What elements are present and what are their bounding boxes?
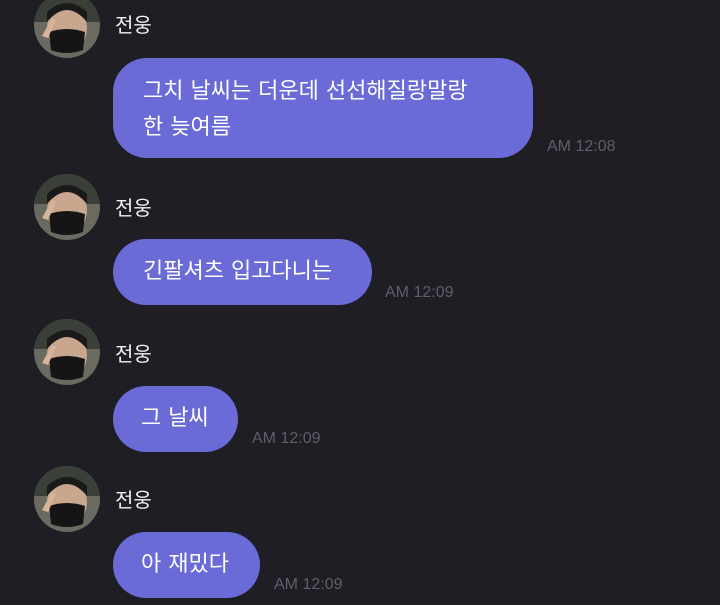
avatar[interactable] bbox=[34, 174, 100, 240]
sender-name: 전웅 bbox=[115, 196, 152, 220]
message-text: 긴팔셔츠 입고다니는 bbox=[143, 259, 333, 284]
timestamp: AM 12:09 bbox=[385, 284, 454, 301]
avatar[interactable] bbox=[34, 0, 100, 58]
sender-name: 전웅 bbox=[115, 342, 152, 366]
avatar[interactable] bbox=[34, 319, 100, 385]
message-bubble[interactable]: 그치 날씨는 더운데 선선해질랑말랑 한 늦여름 bbox=[113, 58, 533, 158]
message-bubble[interactable]: 긴팔셔츠 입고다니는 bbox=[113, 239, 372, 305]
message-text: 아 재밌다 bbox=[141, 552, 229, 577]
message-text: 그치 날씨는 더운데 선선해질랑말랑 bbox=[143, 79, 468, 104]
avatar[interactable] bbox=[34, 466, 100, 532]
chat-thread: 전웅 그치 날씨는 더운데 선선해질랑말랑 한 늦여름 AM 12:08 전웅 … bbox=[0, 0, 720, 605]
message-text: 한 늦여름 bbox=[143, 115, 231, 140]
message-text: 그 날씨 bbox=[141, 406, 209, 431]
timestamp: AM 12:09 bbox=[252, 430, 321, 447]
message-bubble[interactable]: 아 재밌다 bbox=[113, 532, 260, 598]
timestamp: AM 12:08 bbox=[547, 138, 616, 155]
sender-name: 전웅 bbox=[115, 488, 152, 512]
sender-name: 전웅 bbox=[115, 13, 152, 37]
message-bubble[interactable]: 그 날씨 bbox=[113, 386, 238, 452]
timestamp: AM 12:09 bbox=[274, 576, 343, 593]
